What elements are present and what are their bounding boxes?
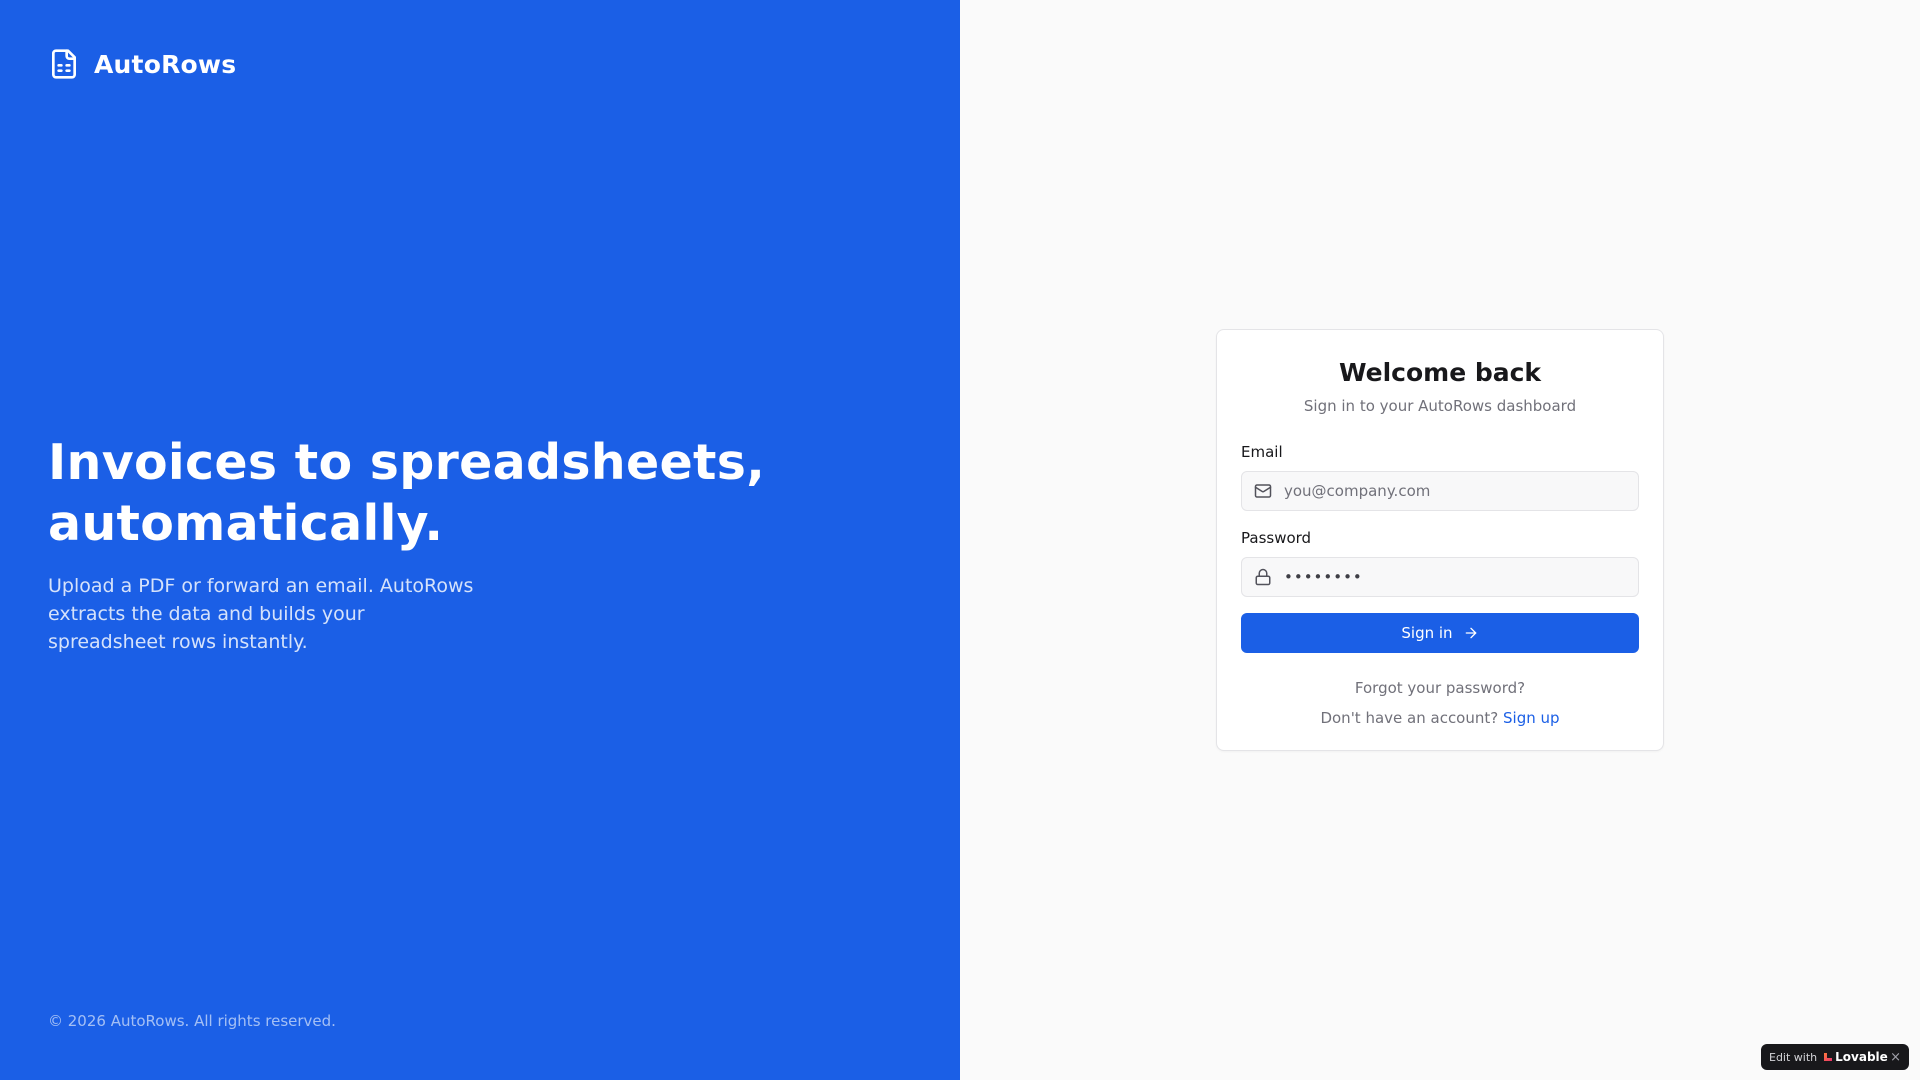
copyright-text: © 2026 AutoRows. All rights reserved. (48, 1012, 336, 1030)
hero-title: Invoices to spreadsheets, automatically. (48, 432, 808, 554)
hero-subtitle: Upload a PDF or forward an email. AutoRo… (48, 575, 474, 653)
lock-icon (1254, 568, 1272, 586)
close-icon[interactable]: × (1890, 1050, 1901, 1065)
login-card: Welcome back Sign in to your AutoRows da… (1216, 329, 1664, 751)
hero-title-line2: automatically. (48, 495, 444, 552)
lovable-badge[interactable]: Edit with Lovable × (1761, 1044, 1909, 1070)
hero-section: Invoices to spreadsheets, automatically.… (48, 432, 808, 656)
sign-up-link[interactable]: Sign up (1503, 709, 1560, 727)
heart-icon (1823, 1052, 1833, 1062)
hero-title-line1: Invoices to spreadsheets, (48, 434, 766, 491)
email-input[interactable] (1284, 482, 1638, 500)
forgot-password-link[interactable]: Forgot your password? (1241, 679, 1639, 697)
login-title: Welcome back (1338, 358, 1542, 387)
arrow-right-icon (1463, 625, 1479, 641)
signup-prompt-text: Don't have an account? (1320, 709, 1499, 727)
lovable-badge-prefix: Edit with (1769, 1050, 1818, 1064)
lovable-logo-text: Lovable (1835, 1050, 1888, 1064)
brand-panel: AutoRows Invoices to spreadsheets, autom… (0, 0, 960, 1080)
login-subtitle: Sign in to your AutoRows dashboard (1303, 397, 1577, 415)
password-input[interactable]: •••••••• (1284, 568, 1363, 586)
auth-panel: Welcome back Sign in to your AutoRows da… (960, 0, 1920, 1080)
signup-prompt: Don't have an account? Sign up (1241, 709, 1639, 727)
mail-icon (1254, 482, 1272, 500)
sign-in-button[interactable]: Sign in (1241, 613, 1639, 653)
email-label: Email (1241, 443, 1283, 461)
sign-in-label: Sign in (1401, 624, 1453, 642)
password-label: Password (1241, 529, 1312, 547)
brand-header: AutoRows (48, 48, 236, 80)
password-field[interactable]: •••••••• (1241, 557, 1639, 597)
file-spreadsheet-icon (48, 48, 80, 80)
brand-name: AutoRows (94, 49, 237, 79)
email-field[interactable] (1241, 471, 1639, 511)
